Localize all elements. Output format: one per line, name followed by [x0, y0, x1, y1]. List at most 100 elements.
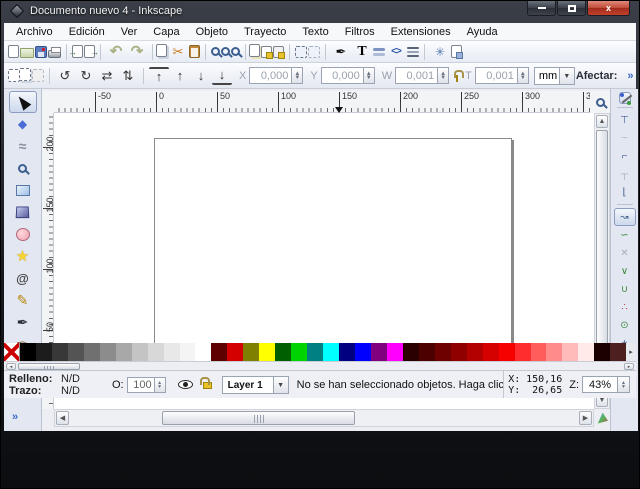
- zoom-input[interactable]: 43%: [582, 376, 618, 393]
- snap-bounding-box-button[interactable]: ⊤: [614, 111, 636, 129]
- palette-swatch[interactable]: [435, 343, 451, 361]
- create-clone-icon[interactable]: [261, 46, 272, 58]
- group-icon[interactable]: [295, 46, 307, 58]
- width-spinner[interactable]: ▲▼: [437, 67, 449, 84]
- palette-swatch[interactable]: [387, 343, 403, 361]
- menu-item[interactable]: Trayecto: [236, 24, 294, 40]
- palette-scrollbar-thumb[interactable]: [18, 363, 80, 370]
- palette-swatch[interactable]: [403, 343, 419, 361]
- tool-zoom[interactable]: [9, 157, 37, 179]
- toolbar-overflow-button[interactable]: »: [627, 70, 633, 82]
- duplicate-icon[interactable]: [249, 44, 260, 57]
- minimize-button[interactable]: [527, 1, 556, 16]
- tool-node-editor[interactable]: ◆: [9, 113, 37, 135]
- align-dialog-icon[interactable]: [407, 47, 419, 49]
- tool-pen[interactable]: ✒: [9, 311, 37, 333]
- tool-rectangle[interactable]: [9, 179, 37, 201]
- rotate-cw-icon[interactable]: ↻: [76, 67, 96, 85]
- snap-midpoints-button[interactable]: ∴: [614, 298, 636, 316]
- zoom-selection-icon[interactable]: [211, 47, 220, 56]
- snap-cusp-nodes-button[interactable]: ∨: [614, 262, 636, 280]
- copy-icon[interactable]: [156, 44, 167, 57]
- paste-icon[interactable]: [189, 45, 200, 58]
- palette-scrollbar[interactable]: ◂ ▸: [4, 361, 636, 370]
- enable-snapping-button[interactable]: [619, 92, 631, 104]
- menu-item[interactable]: Ayuda: [459, 24, 506, 40]
- palette-swatch[interactable]: [483, 343, 499, 361]
- x-spinner[interactable]: ▲▼: [291, 67, 303, 84]
- maximize-button[interactable]: [557, 1, 586, 16]
- palette-swatch[interactable]: [339, 343, 355, 361]
- tool-spiral[interactable]: @: [9, 267, 37, 289]
- rotate-ccw-icon[interactable]: ↺: [55, 67, 75, 85]
- menu-item[interactable]: Archivo: [8, 24, 61, 40]
- lower-icon[interactable]: ↓: [191, 67, 211, 85]
- palette-swatch[interactable]: [243, 343, 259, 361]
- lower-to-bottom-icon[interactable]: ↓: [212, 67, 232, 85]
- toolbox-overflow-button[interactable]: »: [12, 411, 18, 423]
- palette-swatch[interactable]: [291, 343, 307, 361]
- palette-swatch[interactable]: [116, 343, 132, 361]
- palette-swatch[interactable]: [227, 343, 243, 361]
- fill-stroke-indicator[interactable]: Relleno:N/D Trazo:N/D: [4, 373, 110, 397]
- palette-scroll-left-icon[interactable]: ◂: [6, 363, 16, 370]
- scroll-left-icon[interactable]: ◀: [56, 411, 69, 425]
- scroll-right-icon[interactable]: ▶: [579, 411, 592, 425]
- menu-item[interactable]: Filtros: [337, 24, 383, 40]
- deselect-icon[interactable]: [32, 69, 44, 82]
- layers-dialog-icon[interactable]: [373, 48, 385, 51]
- zoom-drawing-icon[interactable]: [221, 47, 230, 56]
- select-all-layers-icon[interactable]: [19, 68, 31, 81]
- print-icon[interactable]: [48, 50, 61, 58]
- flip-vertical-icon[interactable]: ⇅: [118, 67, 138, 85]
- menu-item[interactable]: Ver: [113, 24, 146, 40]
- palette-next-icon[interactable]: ▸: [626, 343, 636, 361]
- palette-swatch[interactable]: [499, 343, 515, 361]
- palette-swatch[interactable]: [578, 343, 594, 361]
- unit-dropdown[interactable]: mm ▼: [534, 67, 575, 85]
- palette-swatch[interactable]: [84, 343, 100, 361]
- scroll-up-icon[interactable]: ▲: [596, 115, 608, 128]
- close-button[interactable]: x: [587, 1, 630, 16]
- layer-visibility-eye-icon[interactable]: [178, 380, 193, 389]
- snap-nodes-button[interactable]: ↝: [614, 208, 636, 226]
- palette-swatch[interactable]: [562, 343, 578, 361]
- horizontal-scrollbar-thumb[interactable]: [162, 411, 355, 425]
- menu-item[interactable]: Edición: [61, 24, 113, 40]
- snap-bbox-edge-midpoints-button[interactable]: ┬: [614, 165, 636, 183]
- import-icon[interactable]: [72, 45, 83, 58]
- palette-swatch[interactable]: [68, 343, 84, 361]
- menu-item[interactable]: Objeto: [188, 24, 236, 40]
- width-input[interactable]: 0,001: [395, 67, 437, 84]
- palette-swatch[interactable]: [546, 343, 562, 361]
- palette-swatch[interactable]: [132, 343, 148, 361]
- snap-to-paths-button[interactable]: ∽: [614, 226, 636, 244]
- palette-swatch[interactable]: [610, 343, 626, 361]
- palette-swatch[interactable]: [531, 343, 547, 361]
- x-input[interactable]: 0,000: [249, 67, 291, 84]
- zoom-spinner[interactable]: ▲▼: [618, 376, 630, 393]
- export-icon[interactable]: [84, 45, 95, 58]
- palette-none-swatch[interactable]: [4, 343, 20, 361]
- tool-ellipse[interactable]: [9, 223, 37, 245]
- lock-ratio-icon[interactable]: [456, 75, 458, 82]
- palette-swatch[interactable]: [323, 343, 339, 361]
- document-properties-icon[interactable]: [451, 45, 462, 58]
- palette-swatch[interactable]: [36, 343, 52, 361]
- flip-horizontal-icon[interactable]: ⇄: [97, 67, 117, 85]
- fill-stroke-dialog-icon[interactable]: ✒: [331, 43, 351, 61]
- palette-swatch[interactable]: [451, 343, 467, 361]
- preferences-icon[interactable]: ✳: [430, 43, 450, 61]
- zoom-1-1-icon[interactable]: [590, 91, 610, 113]
- menu-item[interactable]: Extensiones: [383, 24, 459, 40]
- horizontal-ruler[interactable]: -50050100150200250300350: [54, 91, 590, 113]
- snap-object-centers-button[interactable]: ⊙: [614, 316, 636, 334]
- titlebar[interactable]: Documento nuevo 4 - Inkscape x: [4, 1, 636, 23]
- snap-bbox-edges-button[interactable]: ┄: [614, 129, 636, 147]
- palette-swatch[interactable]: [52, 343, 68, 361]
- palette-swatch[interactable]: [195, 343, 211, 361]
- tool-selector[interactable]: [9, 91, 37, 113]
- zoom-page-icon[interactable]: [231, 47, 240, 56]
- palette-swatch[interactable]: [594, 343, 610, 361]
- tool-tweak[interactable]: ≈: [9, 135, 37, 157]
